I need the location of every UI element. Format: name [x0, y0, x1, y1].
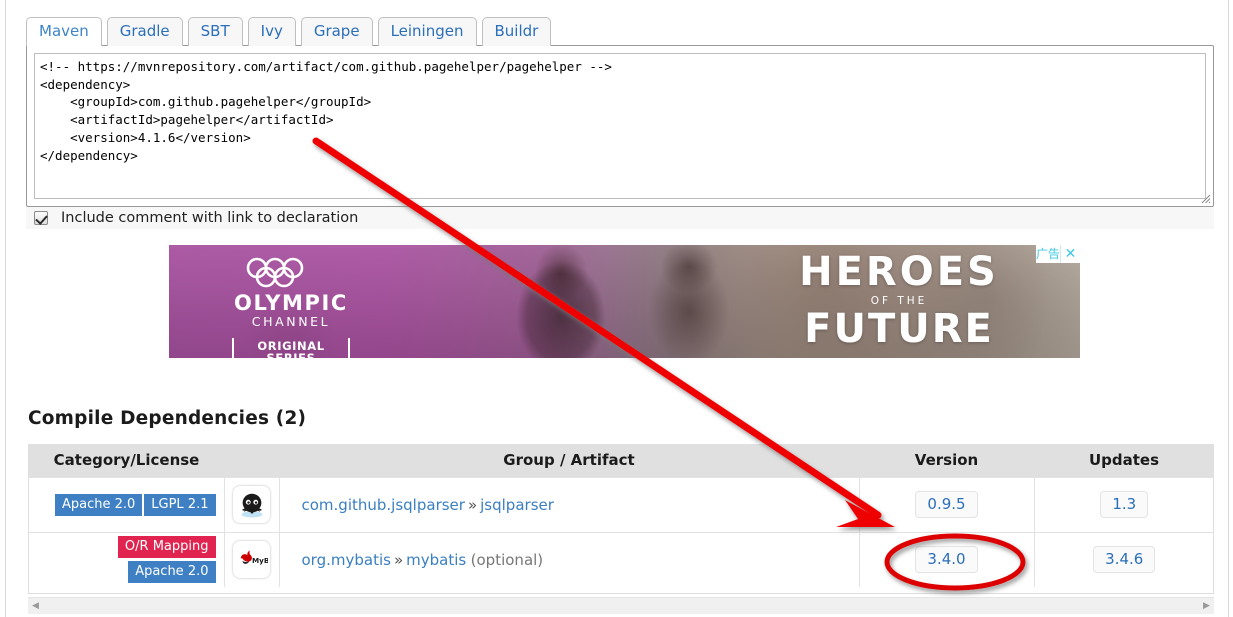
column-header-version[interactable]: Version — [859, 444, 1034, 477]
tab-sbt[interactable]: SBT — [187, 17, 243, 46]
cell-project-icon: MyBatis — [224, 531, 280, 587]
project-icon-tile[interactable]: MyBatis — [233, 541, 270, 579]
banner-advertisement[interactable]: OLYMPIC CHANNEL ORIGINAL SERIES HEROES O… — [169, 245, 1080, 358]
group-artifact-separator: » — [393, 550, 404, 569]
olympic-rings-icon — [246, 257, 304, 288]
artifact-link[interactable]: jsqlparser — [480, 496, 554, 514]
page-border-right — [1228, 0, 1229, 617]
license-badge[interactable]: Apache 2.0 — [128, 561, 216, 584]
license-badge[interactable]: Apache 2.0 — [54, 493, 143, 516]
tab-ivy-label: Ivy — [260, 22, 283, 40]
license-badge-stack: O/R Mapping Apache 2.0 — [37, 536, 216, 584]
cell-version: 3.4.0 — [859, 531, 1035, 587]
scroll-left-arrow-icon[interactable]: ◀ — [28, 598, 43, 615]
artifact-link[interactable]: mybatis — [406, 551, 466, 569]
github-octocat-icon — [241, 493, 262, 517]
ad-headline-line3: FUTURE — [804, 306, 994, 352]
table-row: Apache 2.0 LGPL 2.1 com.github.jsqlparse… — [29, 476, 1214, 532]
updates-badge[interactable]: 1.3 — [1100, 491, 1149, 518]
tab-grape-label: Grape — [313, 22, 360, 40]
tab-grape[interactable]: Grape — [300, 17, 373, 46]
olympic-brand-sub: CHANNEL — [251, 314, 331, 329]
scroll-right-arrow-icon[interactable]: ▶ — [1199, 598, 1214, 615]
license-badge[interactable]: O/R Mapping — [117, 536, 216, 559]
build-tool-tabs: Maven Gradle SBT Ivy Grape Leiningen Bui… — [26, 17, 552, 47]
include-comment-label: Include comment with link to declaration — [61, 210, 359, 226]
ad-headline: HEROES OF THE FUTURE — [764, 251, 1034, 350]
tab-leiningen[interactable]: Leiningen — [377, 17, 477, 46]
version-badge[interactable]: 3.4.0 — [915, 546, 978, 574]
license-badge-line: Apache 2.0 LGPL 2.1 — [54, 493, 216, 516]
tab-buildr-label: Buildr — [494, 22, 539, 40]
compile-dependencies-table-wrapper: Category/License Group / Artifact Versio… — [28, 444, 1214, 594]
column-header-icon — [224, 444, 279, 477]
cell-version: 0.9.5 — [859, 476, 1035, 532]
olympic-original-series-tag: ORIGINAL SERIES — [232, 338, 350, 358]
tab-gradle-label: Gradle — [119, 22, 170, 40]
tab-maven[interactable]: Maven — [26, 17, 102, 47]
include-comment-row: Include comment with link to declaration — [26, 207, 1214, 229]
column-header-category-license[interactable]: Category/License — [29, 444, 224, 477]
version-badge[interactable]: 0.9.5 — [915, 491, 978, 518]
project-icon-tile[interactable] — [233, 486, 270, 523]
ad-headline-line1: HEROES — [799, 249, 999, 295]
group-artifact-separator: » — [467, 495, 478, 514]
license-badge[interactable]: LGPL 2.1 — [144, 493, 216, 516]
optional-marker: (optional) — [470, 550, 544, 569]
page-content: Maven Gradle SBT Ivy Grape Leiningen Bui… — [6, 0, 1228, 617]
page-title: Compile Dependencies (2) — [28, 408, 307, 429]
table-body: Apache 2.0 LGPL 2.1 com.github.jsqlparse… — [29, 476, 1214, 587]
cell-group-artifact: com.github.jsqlparser» jsqlparser — [279, 476, 860, 532]
cell-licenses: O/R Mapping Apache 2.0 — [29, 531, 225, 587]
mybatis-logo-icon: MyBatis — [240, 550, 268, 565]
tab-gradle[interactable]: Gradle — [106, 17, 183, 46]
tab-ivy[interactable]: Ivy — [247, 17, 296, 46]
license-badge-line: Apache 2.0 — [128, 561, 216, 584]
license-badge-line: O/R Mapping — [117, 536, 216, 559]
license-badge-stack: Apache 2.0 LGPL 2.1 — [37, 493, 216, 516]
compile-dependencies-table: Category/License Group / Artifact Versio… — [29, 444, 1214, 587]
table-row: O/R Mapping Apache 2.0 MyB org.mybatis »… — [29, 531, 1214, 587]
cell-group-artifact: org.mybatis» mybatis (optional) — [279, 531, 860, 587]
table-header-row: Category/License Group / Artifact Versio… — [29, 444, 1214, 477]
include-comment-checkbox[interactable] — [34, 211, 48, 225]
tab-buildr[interactable]: Buildr — [481, 17, 552, 46]
tab-maven-label: Maven — [39, 22, 89, 40]
cell-updates: 1.3 — [1034, 476, 1214, 532]
dependency-snippet-panel: <!-- https://mvnrepository.com/artifact/… — [26, 45, 1214, 207]
column-header-group-artifact[interactable]: Group / Artifact — [279, 444, 859, 477]
cell-updates: 3.4.6 — [1034, 531, 1214, 587]
tab-leiningen-label: Leiningen — [390, 22, 464, 40]
dependency-code-textarea[interactable]: <!-- https://mvnrepository.com/artifact/… — [34, 53, 1206, 199]
table-head: Category/License Group / Artifact Versio… — [29, 444, 1214, 477]
cell-licenses: Apache 2.0 LGPL 2.1 — [29, 476, 225, 532]
olympic-channel-logo: OLYMPIC CHANNEL ORIGINAL SERIES — [206, 257, 376, 358]
ad-close-icon[interactable]: ✕ — [1061, 245, 1080, 263]
cell-project-icon — [224, 476, 280, 532]
updates-badge[interactable]: 3.4.6 — [1093, 546, 1156, 574]
horizontal-scrollbar[interactable]: ◀ ▶ — [28, 597, 1214, 614]
ad-label-badge[interactable]: 广告 — [1036, 245, 1061, 263]
olympic-brand-name: OLYMPIC — [234, 291, 348, 315]
group-link[interactable]: org.mybatis — [302, 551, 391, 569]
column-header-updates[interactable]: Updates — [1034, 444, 1214, 477]
svg-text:MyBatis: MyBatis — [252, 556, 268, 565]
tab-sbt-label: SBT — [200, 22, 230, 40]
ad-controls: 广告 ✕ — [1036, 245, 1080, 263]
group-link[interactable]: com.github.jsqlparser — [302, 496, 465, 514]
